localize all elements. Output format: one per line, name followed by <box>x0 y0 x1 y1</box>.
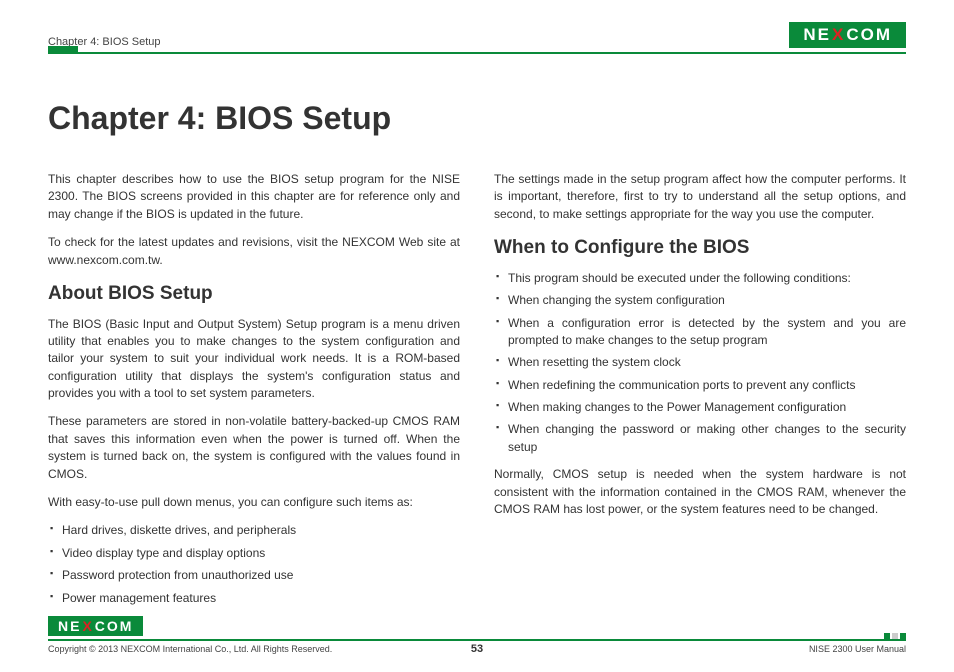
logo-part-right: COM <box>846 25 892 45</box>
list-item: Power management features <box>48 590 460 607</box>
logo-part-right: COM <box>95 618 134 634</box>
logo-part-left: NE <box>803 25 831 45</box>
closing-paragraph: Normally, CMOS setup is needed when the … <box>494 466 906 518</box>
list-item: This program should be executed under th… <box>494 270 906 287</box>
header-tab-accent <box>48 46 78 54</box>
copyright-text: Copyright © 2013 NEXCOM International Co… <box>48 644 332 654</box>
logo-part-x: X <box>82 618 93 634</box>
right-column: The settings made in the setup program a… <box>494 171 906 617</box>
list-item: When redefining the communication ports … <box>494 377 906 394</box>
list-item: When a configuration error is detected b… <box>494 315 906 350</box>
footer-accent-marks <box>884 633 906 639</box>
page-header: Chapter 4: BIOS Setup NEXCOM <box>48 22 906 54</box>
list-item: When making changes to the Power Managem… <box>494 399 906 416</box>
about-paragraph-3: With easy-to-use pull down menus, you ca… <box>48 494 460 511</box>
chapter-title: Chapter 4: BIOS Setup <box>48 100 906 137</box>
page-number: 53 <box>471 643 483 655</box>
logo-part-left: NE <box>58 618 81 634</box>
right-intro-paragraph: The settings made in the setup program a… <box>494 171 906 223</box>
page-footer: NEXCOM Copyright © 2013 NEXCOM Internati… <box>48 639 906 654</box>
content-columns: This chapter describes how to use the BI… <box>48 171 906 617</box>
nexcom-logo: NEXCOM <box>789 22 906 48</box>
list-item: Password protection from unauthorized us… <box>48 567 460 584</box>
footer-nexcom-logo: NEXCOM <box>48 616 143 636</box>
left-column: This chapter describes how to use the BI… <box>48 171 460 617</box>
intro-paragraph-2: To check for the latest updates and revi… <box>48 234 460 269</box>
logo-part-x: X <box>832 25 845 45</box>
intro-paragraph-1: This chapter describes how to use the BI… <box>48 171 460 223</box>
list-item: When changing the password or making oth… <box>494 421 906 456</box>
when-heading: When to Configure the BIOS <box>494 234 906 262</box>
about-heading: About BIOS Setup <box>48 280 460 308</box>
about-paragraph-2: These parameters are stored in non-volat… <box>48 413 460 483</box>
document-name: NISE 2300 User Manual <box>809 644 906 654</box>
about-paragraph-1: The BIOS (Basic Input and Output System)… <box>48 316 460 403</box>
when-items-list: This program should be executed under th… <box>494 270 906 457</box>
about-items-list: Hard drives, diskette drives, and periph… <box>48 522 460 607</box>
list-item: When resetting the system clock <box>494 354 906 371</box>
list-item: Video display type and display options <box>48 545 460 562</box>
list-item: When changing the system configuration <box>494 292 906 309</box>
list-item: Hard drives, diskette drives, and periph… <box>48 522 460 539</box>
